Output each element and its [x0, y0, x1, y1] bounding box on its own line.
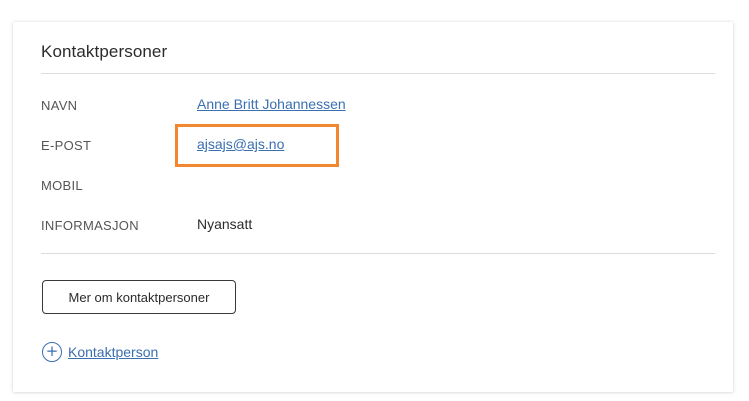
info-label: INFORMASJON — [41, 218, 139, 233]
email-label: E-POST — [41, 138, 92, 153]
add-contact-label[interactable]: Kontaktperson — [68, 344, 158, 360]
add-contact-link[interactable]: + Kontaktperson — [42, 342, 158, 362]
mobile-label: MOBIL — [41, 178, 83, 193]
more-about-contacts-button[interactable]: Mer om kontaktpersoner — [42, 280, 236, 314]
details-divider — [41, 253, 715, 254]
info-value: Nyansatt — [197, 216, 253, 232]
name-link[interactable]: Anne Britt Johannessen — [197, 96, 346, 112]
card-title: Kontaktpersoner — [41, 42, 168, 61]
name-label: NAVN — [41, 98, 78, 113]
contact-persons-card: Kontaktpersoner NAVN Anne Britt Johannes… — [13, 22, 733, 392]
plus-circle-icon[interactable]: + — [42, 342, 62, 362]
highlight-annotation — [175, 124, 339, 167]
title-divider — [41, 73, 715, 74]
